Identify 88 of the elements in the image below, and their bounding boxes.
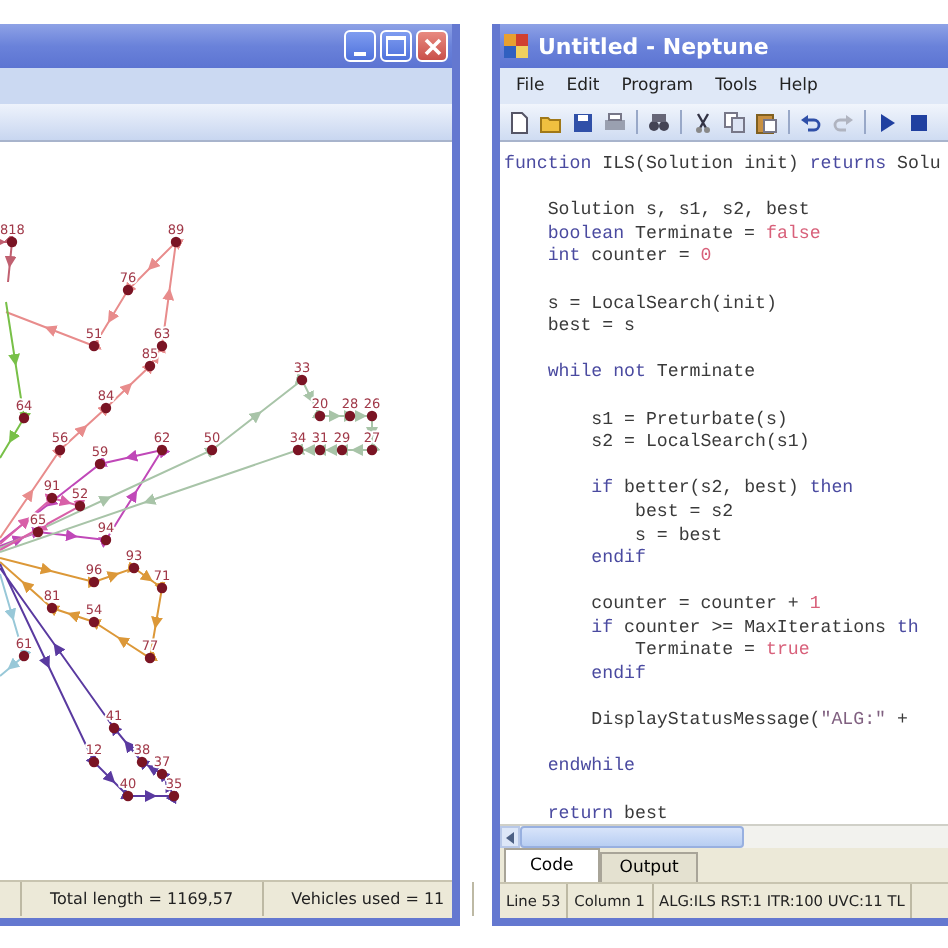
status-text: Total length = 1169,57 <box>22 882 264 916</box>
open-folder-icon[interactable] <box>540 111 562 133</box>
app-icon <box>504 34 528 58</box>
window-title: Untitled - Neptune <box>538 33 769 59</box>
node-dot <box>366 410 378 422</box>
node-dot <box>88 756 100 768</box>
code-line: return best <box>545 801 670 824</box>
node-dot <box>156 582 168 594</box>
minimize-button[interactable] <box>344 30 376 62</box>
node-dot <box>156 444 168 456</box>
code-line: if counter >= MaxIterations th <box>589 615 921 639</box>
node-dot <box>46 492 58 504</box>
node-dot <box>366 444 378 456</box>
node-dot <box>344 410 356 422</box>
code-line: Terminate = true <box>632 638 812 663</box>
node-dot <box>122 790 134 802</box>
node-dot <box>128 562 140 574</box>
menu-item[interactable]: Edit <box>566 76 600 96</box>
code-line: best = s <box>545 314 637 338</box>
code-line: endif <box>589 662 648 686</box>
maximize-button[interactable] <box>380 30 412 62</box>
node-dot <box>18 412 30 424</box>
code-editor[interactable] <box>500 140 948 824</box>
node-dot <box>74 500 86 512</box>
status-text: Vehicles used = 11 <box>263 882 475 916</box>
code-line: Solution s, s1, s2, best <box>545 198 812 222</box>
node-dot <box>206 444 218 456</box>
code-line: if better(s2, best) then <box>589 476 856 500</box>
node-dot <box>122 284 134 296</box>
code-line: s = LocalSearch(init) <box>545 291 779 315</box>
code-line: s2 = LocalSearch(s1) <box>589 430 812 454</box>
node-dot <box>336 444 348 456</box>
node-dot <box>144 360 156 372</box>
code-line: function ILS(Solution init) returns Solu <box>504 152 943 176</box>
code-line: endif <box>589 546 648 570</box>
node-dot <box>314 410 326 422</box>
code-line: s = best <box>632 523 725 547</box>
scroll-left-button[interactable] <box>500 826 520 848</box>
tab[interactable]: Code <box>504 848 600 882</box>
code-line: best = s2 <box>632 499 736 523</box>
binoculars-icon[interactable] <box>648 111 670 133</box>
node-dot <box>88 576 100 588</box>
code-line: s1 = Preturbate(s) <box>589 407 790 431</box>
menu-item[interactable]: File <box>516 76 545 96</box>
stop-icon[interactable] <box>908 111 930 133</box>
node-dot <box>100 534 112 546</box>
scissors-icon[interactable] <box>692 111 714 133</box>
menu-item[interactable]: Program <box>621 76 694 96</box>
play-icon[interactable] <box>876 111 898 133</box>
close-icon <box>423 37 441 55</box>
arrow-left-icon <box>506 831 514 843</box>
code-line: while not Terminate <box>545 360 758 384</box>
node-dot <box>296 374 308 386</box>
node-dot <box>156 768 168 780</box>
code-line: boolean Terminate = false <box>545 221 823 245</box>
code-line: counter = counter + 1 <box>589 592 823 616</box>
code-line: endwhile <box>545 754 637 779</box>
node-dot <box>94 458 106 470</box>
node-dot <box>156 340 168 352</box>
save-icon[interactable] <box>572 111 594 133</box>
code-line: int counter = 0 <box>545 244 714 268</box>
node-dot <box>100 402 112 414</box>
paste-icon[interactable] <box>756 111 778 133</box>
horizontal-scrollbar[interactable] <box>500 824 948 848</box>
node-dot <box>144 652 156 664</box>
node-dot <box>136 756 148 768</box>
node-dot <box>88 340 100 352</box>
undo-icon[interactable] <box>800 111 822 133</box>
node-dot <box>108 722 120 734</box>
node-dot <box>54 444 66 456</box>
copy-icon[interactable] <box>724 111 746 133</box>
scrollbar-thumb[interactable] <box>520 826 744 848</box>
node-dot <box>6 236 18 248</box>
node-dot <box>314 444 326 456</box>
menu-item[interactable]: Tools <box>715 76 758 96</box>
node-dot <box>32 526 44 538</box>
close-button[interactable] <box>416 30 448 62</box>
node-dot <box>170 236 182 248</box>
node-dot <box>292 444 304 456</box>
code-line: DisplayStatusMessage("ALG:" + <box>589 708 910 732</box>
node-dot <box>46 602 58 614</box>
node-dot <box>18 650 30 662</box>
new-file-icon[interactable] <box>508 111 530 133</box>
menu-item[interactable]: Help <box>779 76 818 96</box>
tab[interactable]: Output <box>599 852 699 882</box>
node-dot <box>88 616 100 628</box>
print-icon[interactable] <box>604 111 626 133</box>
node-dot <box>168 790 180 802</box>
